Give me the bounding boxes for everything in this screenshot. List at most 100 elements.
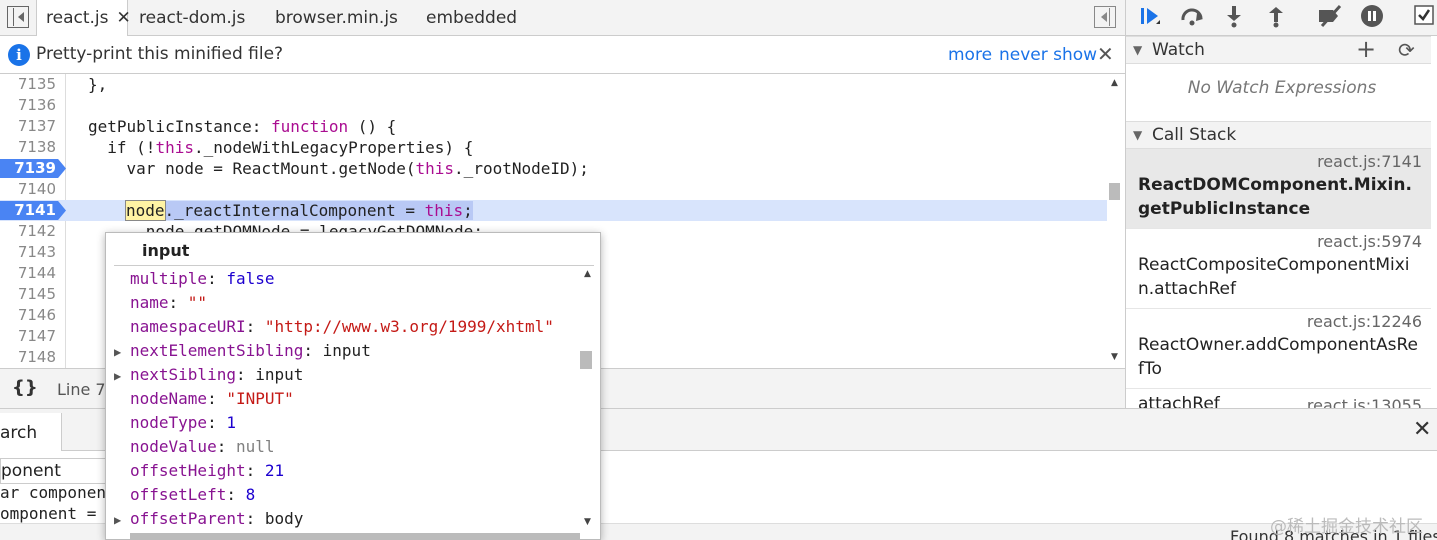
scroll-down-icon[interactable]: ▼ — [584, 517, 591, 527]
collapse-arrow-icon[interactable]: ▼ — [1133, 122, 1142, 148]
line-number[interactable]: 7143 — [0, 242, 56, 263]
toggle-navigator-icon[interactable] — [7, 6, 29, 28]
code-text: node._reactInternalComponent = this; — [125, 200, 473, 221]
line-number[interactable]: 7148 — [0, 347, 56, 368]
search-result-line[interactable]: omponent = — [0, 504, 110, 523]
line-number[interactable]: 7136 — [0, 95, 56, 116]
selected-text: ._reactInternalComponent = this; — [164, 201, 473, 220]
call-frame[interactable]: react.js:5974 ReactCompositeComponentMix… — [1126, 229, 1432, 309]
property-row: offsetHeight: 21 — [114, 459, 284, 483]
code-token: if (! — [88, 138, 156, 157]
line-number: 7139 — [14, 159, 56, 177]
keyword-token: this — [415, 159, 455, 178]
breakpoint-marker[interactable]: 7139 — [0, 159, 66, 178]
code-line[interactable]: 7139 var node = ReactMount.getNode(this.… — [0, 158, 1107, 179]
property-value: null — [235, 437, 275, 456]
add-watch-icon[interactable]: + — [1356, 36, 1376, 62]
hovered-token[interactable]: node — [125, 200, 166, 221]
call-stack-section-header[interactable]: ▼ Call Stack — [1126, 121, 1437, 149]
collapse-arrow-icon[interactable]: ▼ — [1133, 37, 1142, 63]
pretty-print-button[interactable]: {} — [12, 377, 38, 398]
code-line[interactable]: 7137 getPublicInstance: function () { — [0, 116, 1107, 137]
line-number[interactable]: 7138 — [0, 137, 56, 158]
expand-arrow-icon[interactable]: ▶ — [114, 508, 130, 532]
step-into-icon[interactable] — [1220, 4, 1248, 32]
close-drawer-icon[interactable]: ✕ — [1413, 417, 1431, 442]
code-token: () { — [348, 117, 397, 136]
separator: : — [245, 461, 265, 480]
scroll-down-icon[interactable]: ▼ — [1111, 352, 1118, 362]
keyword-token: this — [155, 138, 194, 157]
line-number[interactable]: 7147 — [0, 326, 56, 347]
step-over-icon[interactable] — [1178, 4, 1206, 32]
property-row[interactable]: ▶ offsetParent: body — [114, 507, 303, 531]
call-frame[interactable]: react.js:12246 ReactOwner.addComponentAs… — [1126, 309, 1432, 389]
tab-label: react-dom.js — [139, 8, 246, 28]
search-input[interactable]: ponent — [0, 458, 110, 484]
line-number[interactable]: 7145 — [0, 284, 56, 305]
code-scrollbar[interactable]: ▲ ▼ — [1107, 74, 1125, 368]
popover-scroll-thumb[interactable] — [580, 351, 592, 369]
object-preview-popover[interactable]: input multiple: false name: "" namespaceUR… — [105, 232, 601, 540]
never-show-link[interactable]: never show — [999, 45, 1097, 65]
property-value: 21 — [264, 461, 285, 480]
step-out-icon[interactable] — [1262, 4, 1290, 32]
line-number[interactable]: 7137 — [0, 116, 56, 137]
code-scroll-thumb[interactable] — [1109, 183, 1120, 200]
tab-browser-min-js[interactable]: browser.min.js — [266, 0, 398, 36]
line-number[interactable]: 7144 — [0, 263, 56, 284]
popover-hscroll-thumb[interactable] — [130, 533, 580, 539]
line-number[interactable]: 7146 — [0, 305, 56, 326]
deactivate-breakpoints-icon[interactable] — [1316, 4, 1344, 32]
frame-location: react.js:13055 — [1306, 396, 1422, 408]
keyword-token: this — [424, 201, 464, 220]
property-row: multiple: false — [114, 267, 275, 291]
code-line[interactable]: 7141 node._reactInternalComponent = this; — [0, 200, 1107, 221]
watch-empty-message: No Watch Expressions — [1187, 78, 1377, 98]
async-checkbox[interactable] — [1410, 4, 1437, 32]
tab-label: react.js — [46, 8, 109, 28]
property-row: nodeValue: null — [114, 435, 275, 459]
call-frame[interactable]: react.js:13055 attachRef — [1126, 389, 1432, 408]
code-token: ; — [463, 201, 473, 220]
more-link[interactable]: more — [948, 45, 992, 65]
tab-search[interactable]: arch — [0, 413, 62, 451]
line-number[interactable]: 7140 — [0, 179, 56, 200]
property-value: false — [226, 269, 275, 288]
tab-embedded[interactable]: embedded — [417, 0, 517, 36]
popover-scrollbar[interactable]: ▲ ▼ — [580, 267, 598, 529]
call-frame[interactable]: react.js:7141 ReactDOMComponent.Mixin.ge… — [1126, 149, 1432, 229]
breakpoint-marker[interactable]: 7141 — [0, 201, 66, 220]
scroll-up-icon[interactable]: ▲ — [1111, 78, 1118, 88]
resume-icon[interactable] — [1136, 4, 1164, 32]
line-number[interactable]: 7142 — [0, 221, 56, 242]
line-number[interactable]: 7135 — [0, 74, 56, 95]
tab-react-js[interactable]: react.js ✕ — [36, 0, 131, 37]
code-token: ._nodeWithLegacyProperties) { — [193, 138, 474, 157]
expand-arrow-icon[interactable]: ▶ — [114, 364, 130, 388]
search-result-line[interactable]: ar componen — [0, 483, 110, 502]
property-value: body — [264, 509, 304, 528]
separator: : — [235, 365, 256, 384]
close-tab-icon[interactable]: ✕ — [117, 8, 131, 28]
toggle-debugger-icon[interactable] — [1094, 6, 1116, 28]
frame-location: react.js:7141 — [1317, 152, 1422, 171]
refresh-watch-icon[interactable]: ⟳ — [1398, 37, 1415, 63]
code-line[interactable]: 7140 — [0, 179, 1107, 200]
property-row[interactable]: ▶ nextElementSibling: input — [114, 339, 371, 363]
property-key: nodeType — [130, 413, 208, 432]
tab-label: arch — [0, 423, 38, 443]
sidebar-scrollbar[interactable] — [1431, 36, 1437, 408]
code-line[interactable]: 7138 if (!this._nodeWithLegacyProperties… — [0, 137, 1107, 158]
debugger-sidebar: ▼ Watch + ⟳ No Watch Expressions ▼ Call … — [1125, 0, 1437, 408]
code-line[interactable]: 7136 — [0, 95, 1107, 116]
tab-react-dom-js[interactable]: react-dom.js — [130, 0, 245, 36]
separator: : — [216, 437, 236, 456]
pause-on-exceptions-icon[interactable] — [1358, 4, 1386, 32]
code-line[interactable]: 7135}, — [0, 74, 1107, 95]
property-row[interactable]: ▶ nextSibling: input — [114, 363, 303, 387]
scroll-up-icon[interactable]: ▲ — [584, 269, 591, 279]
close-infobar-icon[interactable]: ✕ — [1097, 42, 1114, 66]
expand-arrow-icon[interactable]: ▶ — [114, 340, 130, 364]
watch-section-header[interactable]: ▼ Watch + ⟳ — [1126, 36, 1437, 64]
